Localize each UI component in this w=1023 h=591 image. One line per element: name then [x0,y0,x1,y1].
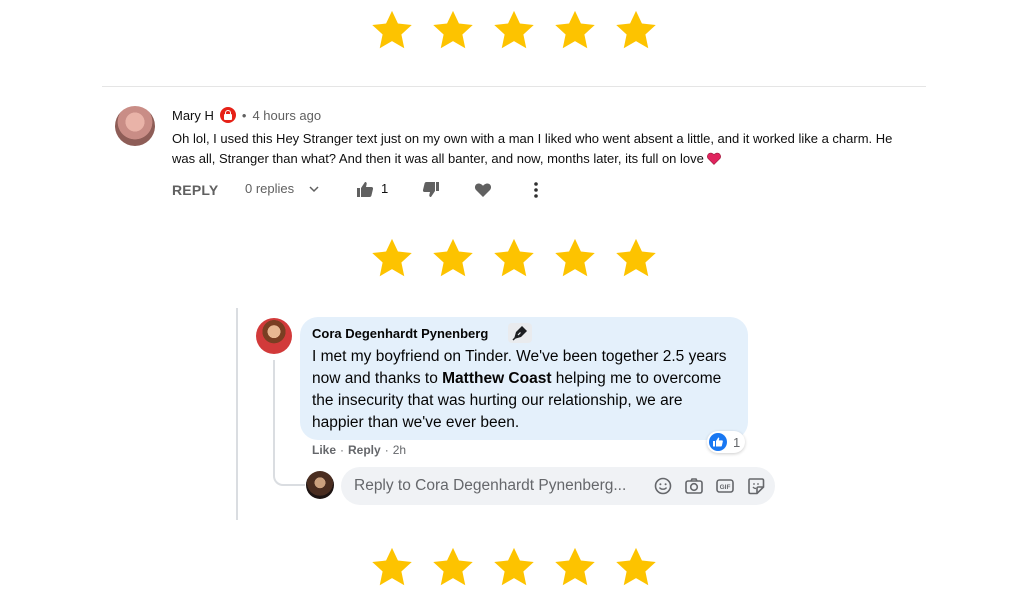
star-icon [369,236,415,282]
star-rating-bottom [369,545,659,591]
thumbs-up-icon[interactable] [356,180,374,198]
reply-placeholder: Reply to Cora Degenhardt Pynenberg... [354,477,627,494]
star-icon [552,236,598,282]
thread-line [236,308,238,520]
current-user-avatar[interactable] [306,471,334,499]
star-icon [613,8,659,54]
separator-dot: · [384,443,389,457]
star-icon [491,236,537,282]
avatar[interactable] [115,106,155,146]
divider [102,86,926,87]
reaction-count: 1 [733,434,741,450]
like-reaction-icon [709,433,727,451]
comment-header: Mary H • 4 hours ago [172,106,321,124]
like-link[interactable]: Like [312,443,336,457]
star-icon [552,545,598,591]
star-icon [613,236,659,282]
emoji-icon[interactable] [653,476,673,496]
svg-text:GIF: GIF [720,484,731,491]
comment-time[interactable]: 4 hours ago [252,108,321,123]
heart-emoji-icon [706,152,721,165]
lock-icon [219,107,236,123]
star-icon [491,545,537,591]
star-icon [552,8,598,54]
heart-icon[interactable] [474,181,492,199]
mention-link[interactable]: Matthew Coast [442,370,551,387]
comment-author[interactable]: Mary H [172,108,214,123]
star-icon [430,236,476,282]
star-rating-middle [369,236,659,282]
star-rating-top [369,8,659,54]
separator-dot: · [340,443,345,457]
star-icon [430,545,476,591]
star-icon [613,545,659,591]
comment-body: I met my boyfriend on Tinder. We've been… [312,346,732,434]
star-icon [369,8,415,54]
comment-time[interactable]: 2h [393,443,406,457]
comment-text: Oh lol, I used this Hey Stranger text ju… [172,129,912,169]
view-replies-button[interactable]: 0 replies [245,181,294,196]
chevron-down-icon[interactable] [308,180,320,198]
comment-actions: Like · Reply · 2h [312,443,406,457]
gif-icon[interactable]: GIF [715,476,735,496]
star-icon [430,8,476,54]
separator-dot: • [241,107,247,123]
more-options-icon[interactable] [527,180,545,200]
comment-bubble: Cora Degenhardt Pynenberg I met my boyfr… [300,317,748,440]
sticker-icon[interactable] [746,476,766,496]
like-count: 1 [381,181,389,196]
thumbs-down-icon[interactable] [422,181,440,199]
avatar[interactable] [256,318,292,354]
comment-body: Oh lol, I used this Hey Stranger text ju… [172,131,893,166]
star-icon [369,545,415,591]
pen-icon [508,323,532,343]
reply-input[interactable]: Reply to Cora Degenhardt Pynenberg... GI… [341,467,775,505]
reply-button[interactable]: REPLY [172,182,218,198]
reply-link[interactable]: Reply [348,443,381,457]
comment-actions: REPLY 0 replies 1 [172,180,538,200]
camera-icon[interactable] [684,476,704,496]
star-icon [491,8,537,54]
comment-author[interactable]: Cora Degenhardt Pynenberg [312,326,488,341]
reaction-summary[interactable]: 1 [707,431,745,453]
